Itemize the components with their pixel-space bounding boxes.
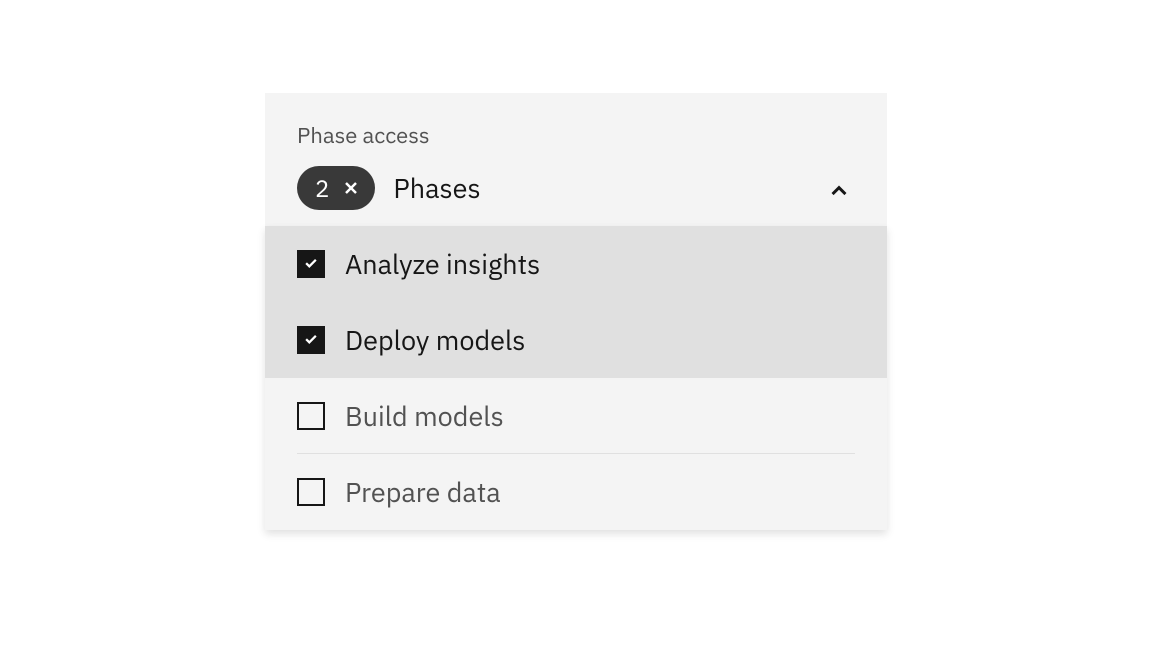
- option-label: Analyze insights: [345, 247, 540, 282]
- chevron-up-icon[interactable]: [827, 178, 851, 207]
- checkbox-unchecked-icon[interactable]: [297, 402, 325, 430]
- multiselect-header: Phase access 2 Phases: [265, 93, 887, 226]
- option-analyze-insights[interactable]: Analyze insights: [265, 226, 887, 302]
- option-label: Prepare data: [345, 475, 501, 510]
- multiselect-placeholder: Phases: [393, 171, 855, 206]
- multiselect-trigger[interactable]: 2 Phases: [297, 162, 855, 226]
- option-deploy-models[interactable]: Deploy models: [265, 302, 887, 378]
- checkbox-unchecked-icon[interactable]: [297, 478, 325, 506]
- checkbox-checked-icon[interactable]: [297, 250, 325, 278]
- option-prepare-data[interactable]: Prepare data: [265, 454, 887, 530]
- selection-count: 2: [315, 172, 329, 204]
- option-build-models[interactable]: Build models: [265, 378, 887, 454]
- option-label: Deploy models: [345, 323, 525, 358]
- checkbox-checked-icon[interactable]: [297, 326, 325, 354]
- clear-selection-icon[interactable]: [339, 176, 363, 200]
- options-list: Analyze insights Deploy models Build mod…: [265, 226, 887, 530]
- multiselect-label: Phase access: [297, 121, 855, 150]
- selection-count-tag[interactable]: 2: [297, 166, 375, 210]
- option-label: Build models: [345, 399, 504, 434]
- multiselect-phase-access: Phase access 2 Phases Analyze insights: [265, 93, 887, 530]
